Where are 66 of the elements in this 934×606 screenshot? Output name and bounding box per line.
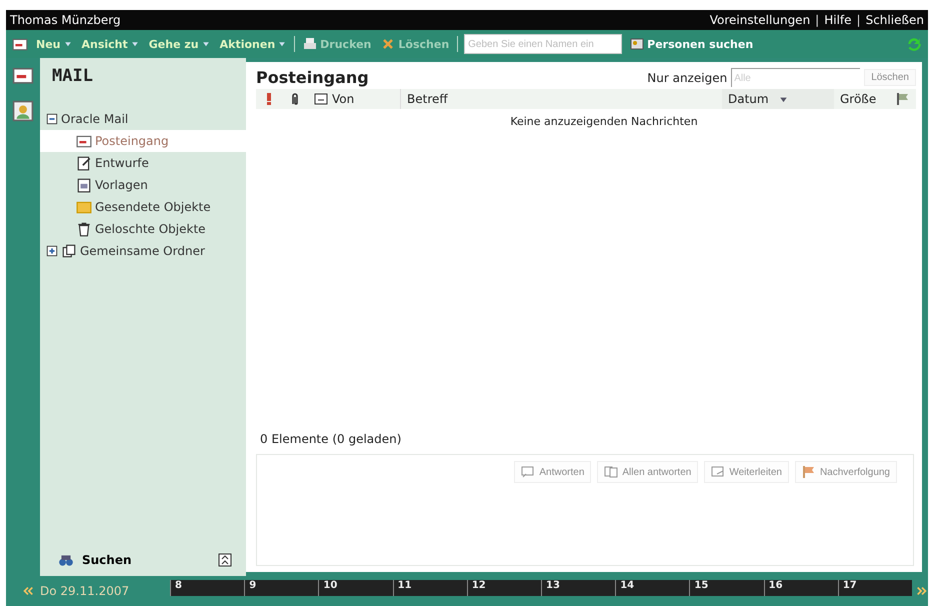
- user-name: Thomas Münzberg: [10, 13, 121, 27]
- sort-icon: [778, 94, 788, 104]
- search-button[interactable]: Suchen: [58, 552, 132, 568]
- hour-slot[interactable]: 12: [466, 580, 542, 596]
- contact-card-icon: [630, 37, 644, 51]
- hour-slot[interactable]: 8: [170, 580, 244, 596]
- printer-icon: [303, 37, 318, 51]
- previous-icon: [22, 585, 34, 597]
- column-header[interactable]: Von: [308, 89, 400, 109]
- menu-button[interactable]: Aktionen: [218, 36, 288, 52]
- people-search-button[interactable]: Personen suchen: [628, 35, 756, 53]
- empty-message: Keine anzuzeigenden Nachrichten: [509, 114, 699, 130]
- documents-icon: [61, 243, 77, 259]
- caret-icon: [278, 40, 286, 48]
- folder-icon: [76, 199, 92, 215]
- folder-item[interactable]: Geloschte Objekte: [40, 218, 246, 240]
- hour-slot[interactable]: 15: [689, 580, 764, 596]
- menu-button[interactable]: Ansicht: [80, 36, 141, 52]
- sidebar-heading: MAIL: [51, 65, 94, 88]
- hour-slot[interactable]: 13: [541, 580, 616, 596]
- column-header[interactable]: Datum: [722, 89, 834, 109]
- note-pencil-icon: [76, 155, 92, 171]
- item-count: 0 Elemente (0 geladen): [259, 431, 402, 448]
- hour-slot[interactable]: 10: [318, 580, 393, 596]
- menu-button[interactable]: Gehe zu: [146, 36, 212, 52]
- hour-slot[interactable]: 16: [764, 580, 838, 596]
- header-link[interactable]: Hilfe: [824, 13, 852, 27]
- close-icon: [381, 37, 396, 51]
- documents-icon: [604, 465, 618, 479]
- hour-slot[interactable]: 9: [244, 580, 318, 596]
- folder-item[interactable]: Gemeinsame Ordner: [40, 240, 246, 262]
- forward-icon: [711, 465, 726, 479]
- next-icon: [916, 585, 928, 597]
- folder-item[interactable]: Entwurfe: [40, 152, 246, 174]
- folder-item[interactable]: Gesendete Objekte: [40, 196, 246, 218]
- filter-label: Nur anzeigen: [647, 70, 728, 84]
- separator: |: [856, 13, 861, 27]
- collapse-icon: [46, 113, 58, 125]
- header-link[interactable]: Voreinstellungen: [710, 13, 810, 27]
- mail-icon: [12, 36, 28, 52]
- flag-icon: [802, 465, 816, 479]
- document-icon: [76, 177, 92, 193]
- contact-icon: [12, 100, 34, 122]
- reply-icon: [521, 465, 536, 479]
- header-link[interactable]: Schließen: [866, 13, 924, 27]
- column-header[interactable]: Größe: [834, 89, 890, 109]
- refresh-icon: [906, 36, 922, 52]
- flag-icon: [896, 92, 910, 106]
- envelope-icon: [314, 92, 328, 106]
- caret-icon: [202, 40, 210, 48]
- folder-item[interactable]: Oracle Mail: [40, 108, 246, 130]
- envelope-icon: [76, 133, 92, 149]
- hour-slot[interactable]: 14: [615, 580, 690, 596]
- caret-icon: [64, 40, 72, 48]
- hour-slot[interactable]: 11: [392, 580, 467, 596]
- hour-slot[interactable]: 17: [838, 580, 912, 596]
- separator: |: [815, 13, 820, 27]
- expand-icon: [46, 245, 58, 257]
- name-field[interactable]: Geben Sie einen Namen ein: [464, 34, 622, 54]
- caret-icon: [130, 40, 139, 48]
- collapse-panel-icon: [218, 553, 232, 567]
- trash-icon: [76, 221, 92, 237]
- menu-button[interactable]: Neu: [34, 36, 74, 52]
- folder-title: Posteingang: [256, 68, 369, 87]
- folder-item[interactable]: Posteingang: [40, 130, 246, 152]
- folder-item[interactable]: Vorlagen: [40, 174, 246, 196]
